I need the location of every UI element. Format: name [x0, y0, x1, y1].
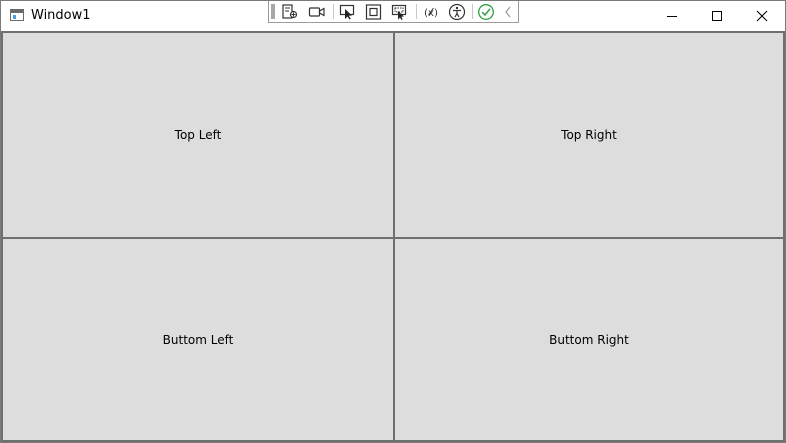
top-left-label: Top Left — [174, 128, 222, 142]
bottom-right-cell: Buttom Right — [393, 237, 785, 442]
display-layout-adorners-icon[interactable] — [364, 3, 384, 21]
top-right-cell: Top Right — [393, 31, 785, 239]
check-icon[interactable] — [476, 3, 496, 21]
accessibility-icon[interactable] — [447, 3, 467, 21]
client-area: Top Left Top Right Buttom Left Buttom Ri… — [1, 31, 785, 442]
bottom-left-label: Buttom Left — [162, 332, 234, 347]
toolbar-grip-handle[interactable] — [271, 4, 275, 19]
bottom-right-label: Buttom Right — [549, 332, 629, 347]
close-icon — [756, 10, 768, 22]
top-left-cell: Top Left — [1, 31, 395, 239]
svg-text:(x): (x) — [424, 8, 438, 19]
select-element-icon[interactable] — [338, 3, 358, 21]
maximize-icon — [712, 11, 722, 21]
close-button[interactable] — [739, 1, 785, 31]
bottom-left-cell: Buttom Left — [1, 237, 395, 442]
application-window: Window1 (x) Top Left Top Right Buttom Le… — [0, 0, 786, 443]
window-title: Window1 — [31, 8, 91, 23]
binding-failures-icon[interactable]: (x) — [421, 3, 441, 21]
minimize-icon — [667, 16, 677, 17]
maximize-button[interactable] — [694, 1, 740, 31]
track-focused-element-icon[interactable] — [390, 3, 410, 21]
live-visual-tree-icon[interactable] — [280, 3, 300, 21]
title-bar[interactable]: Window1 (x) — [1, 1, 785, 31]
collapse-chevron-icon[interactable] — [500, 3, 516, 21]
minimize-button[interactable] — [649, 1, 695, 31]
toolbar-separator — [416, 4, 417, 19]
toolbar-separator — [472, 4, 473, 19]
record-icon[interactable] — [307, 3, 327, 21]
app-window-icon[interactable] — [10, 9, 24, 21]
debug-toolbar: (x) — [268, 1, 519, 23]
toolbar-separator — [333, 4, 334, 19]
top-right-label: Top Right — [561, 128, 617, 142]
